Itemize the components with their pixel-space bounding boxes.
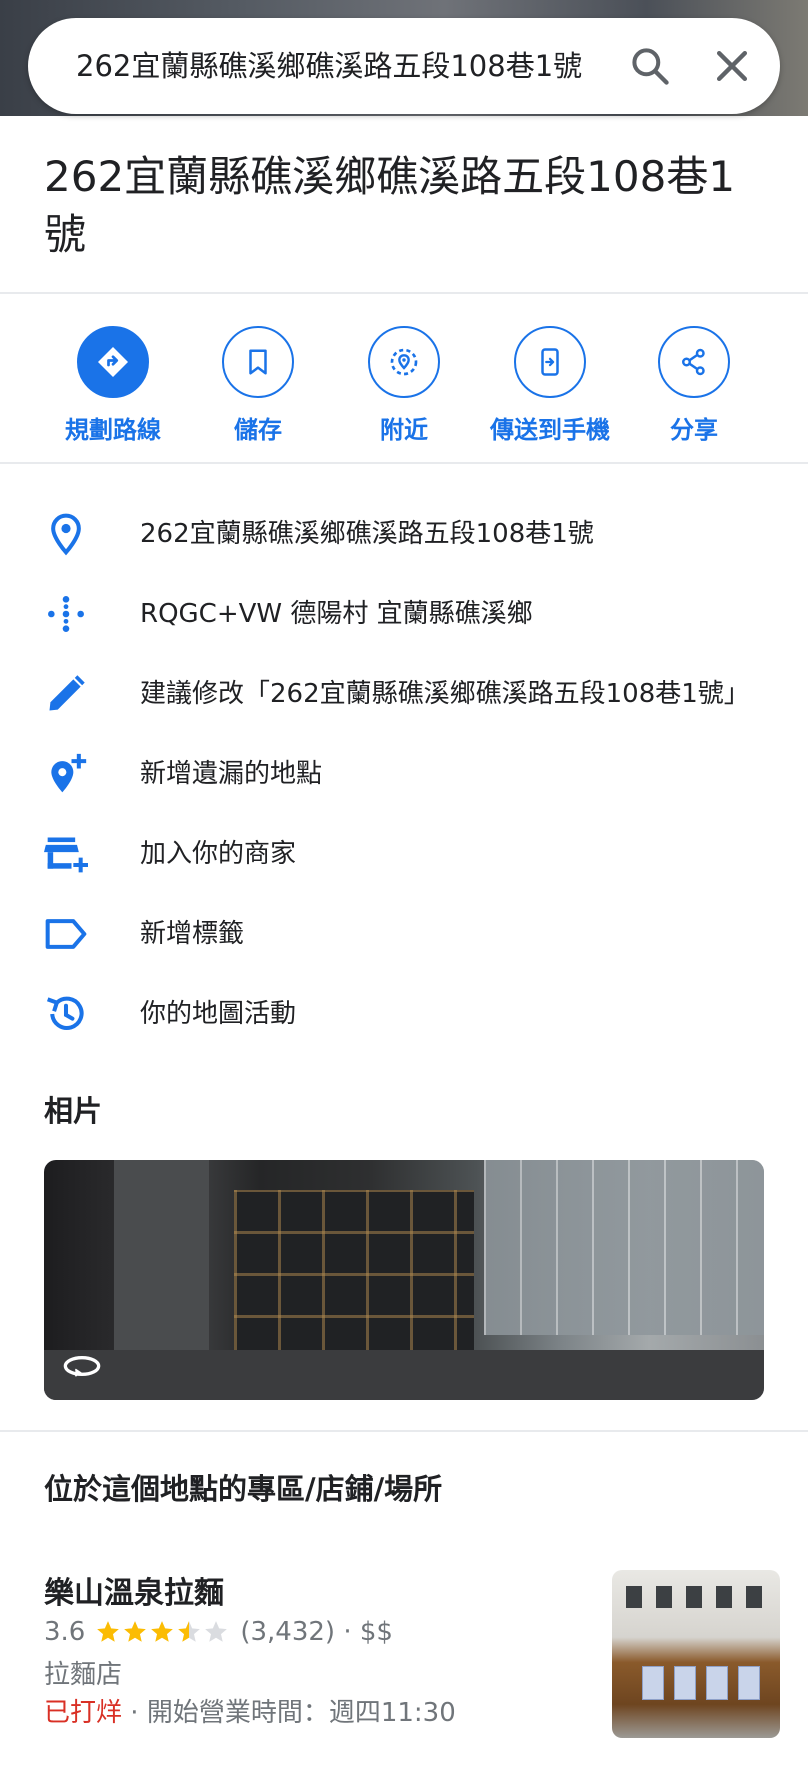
nearby-button[interactable]: 附近 [329, 326, 479, 445]
action-bar: 規劃路線 儲存 附近 傳送到手機 分享 [0, 294, 808, 462]
star-empty-icon [205, 1621, 228, 1642]
photo-facade [234, 1190, 474, 1360]
search-icon[interactable] [628, 44, 672, 88]
star-half-icon [178, 1621, 201, 1642]
directions-button[interactable]: 規劃路線 [38, 326, 188, 445]
suggest-edit-text: 建議修改「262宜蘭縣礁溪鄉礁溪路五段108巷1號」 [140, 679, 750, 709]
nearby-label: 附近 [380, 416, 428, 444]
place-category: 拉麵店 [44, 1660, 123, 1690]
rating-row: 3.6 (3,432) · $$ [44, 1612, 393, 1652]
search-input[interactable]: 262宜蘭縣礁溪鄉礁溪路五段108巷1號 [76, 18, 596, 114]
star-icon [151, 1621, 174, 1642]
label-icon [45, 919, 87, 949]
place-thumbnail[interactable] [612, 1570, 780, 1738]
add-label-row[interactable]: 新增標籤 [0, 894, 808, 974]
dot-separator: · [122, 1698, 147, 1728]
share-button[interactable]: 分享 [619, 326, 769, 445]
rating-value: 3.6 [44, 1617, 86, 1647]
save-button[interactable]: 儲存 [183, 326, 333, 445]
dot-separator: · [335, 1617, 360, 1647]
maps-activity-row[interactable]: 你的地圖活動 [0, 974, 808, 1054]
share-label: 分享 [670, 416, 718, 444]
price-level: $$ [359, 1617, 393, 1647]
star-rating [95, 1619, 230, 1645]
directions-icon [98, 347, 128, 377]
open-status: 已打烊 [44, 1698, 123, 1728]
divider [0, 1430, 808, 1432]
photos-heading: 相片 [44, 1094, 103, 1128]
send-to-phone-label: 傳送到手機 [490, 416, 610, 444]
panorama-360-icon [63, 1356, 101, 1377]
add-business-icon [44, 837, 88, 873]
history-icon [46, 996, 84, 1030]
divider [0, 462, 808, 464]
send-to-phone-icon [541, 348, 559, 376]
maps-activity-text: 你的地圖活動 [140, 999, 297, 1029]
add-location-icon [51, 753, 87, 793]
star-icon [124, 1621, 147, 1642]
nearby-icon [390, 348, 418, 376]
add-business-row[interactable]: 加入你的商家 [0, 814, 808, 894]
search-box[interactable]: 262宜蘭縣礁溪鄉礁溪路五段108巷1號 [28, 18, 780, 114]
send-to-phone-button[interactable]: 傳送到手機 [475, 326, 625, 445]
photo-building [484, 1160, 764, 1335]
location-pin-icon [51, 513, 81, 556]
bookmark-icon [249, 349, 267, 375]
star-icon [97, 1621, 120, 1642]
opening-hours: 開始營業時間：週四11:30 [146, 1698, 456, 1728]
add-business-text: 加入你的商家 [140, 839, 297, 869]
places-here-heading: 位於這個地點的專區/店鋪/場所 [44, 1472, 443, 1506]
street-view-photo[interactable] [44, 1160, 764, 1400]
address-text: 262宜蘭縣礁溪鄉礁溪路五段108巷1號 [140, 519, 594, 549]
save-label: 儲存 [234, 416, 282, 444]
address-row[interactable]: 262宜蘭縣礁溪鄉礁溪路五段108巷1號 [0, 494, 808, 574]
review-count: (3,432) [240, 1617, 336, 1647]
directions-label: 規劃路線 [65, 416, 161, 444]
plus-code-row[interactable]: RQGC+VW 德陽村 宜蘭縣礁溪鄉 [0, 574, 808, 654]
add-label-text: 新增標籤 [140, 919, 245, 949]
plus-code-text: RQGC+VW 德陽村 宜蘭縣礁溪鄉 [140, 599, 533, 629]
pencil-icon [49, 675, 85, 711]
suggest-edit-row[interactable]: 建議修改「262宜蘭縣礁溪鄉礁溪路五段108巷1號」 [0, 654, 808, 734]
close-icon[interactable] [710, 44, 754, 88]
add-missing-place-text: 新增遺漏的地點 [140, 759, 323, 789]
add-missing-place-row[interactable]: 新增遺漏的地點 [0, 734, 808, 814]
plus-code-icon [48, 596, 84, 632]
place-name: 樂山溫泉拉麵 [44, 1576, 224, 1611]
page-title: 262宜蘭縣礁溪鄉礁溪路五段108巷1號 [44, 152, 736, 259]
status-row: 已打烊 · 開始營業時間：週四11:30 [44, 1692, 456, 1729]
photo-ground [44, 1350, 764, 1400]
share-icon [682, 348, 705, 376]
